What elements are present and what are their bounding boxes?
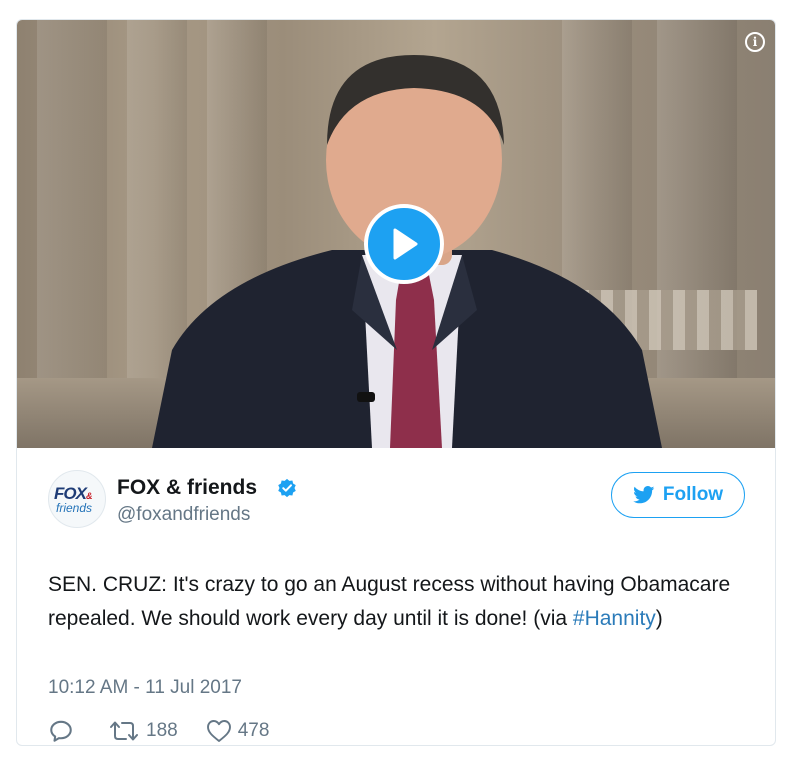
twitter-bird-icon: [633, 486, 655, 504]
reply-icon: [50, 720, 72, 742]
retweet-count: 188: [146, 720, 178, 741]
display-name[interactable]: FOX & friends: [117, 476, 257, 500]
play-button[interactable]: [364, 204, 444, 284]
user-handle[interactable]: @foxandfriends: [117, 504, 250, 526]
hashtag-link[interactable]: #Hannity: [573, 607, 656, 630]
like-count: 478: [237, 720, 270, 741]
avatar-logo-subtext: friends: [56, 501, 93, 515]
heart-icon: [206, 720, 231, 742]
avatar[interactable]: FOX& friends: [48, 470, 106, 528]
retweet-icon: [110, 721, 138, 741]
info-icon[interactable]: i: [745, 32, 765, 52]
embedded-tweet-card: i FOX& friends FOX & friends @foxandfrie…: [16, 19, 776, 746]
retweet-button[interactable]: 188: [108, 719, 178, 743]
tweet-actions: 188 478: [48, 716, 297, 745]
verified-badge-icon: [278, 478, 296, 498]
tweet-body: FOX& friends FOX & friends @foxandfriend…: [17, 448, 775, 745]
follow-button-label: Follow: [662, 484, 724, 505]
video-thumbnail[interactable]: i: [17, 20, 775, 448]
play-icon: [393, 228, 418, 260]
reply-button[interactable]: [48, 718, 80, 744]
tweet-timestamp[interactable]: 10:12 AM - 11 Jul 2017: [48, 677, 242, 699]
follow-button[interactable]: Follow: [611, 472, 745, 518]
tweet-text: SEN. CRUZ: It's crazy to go an August re…: [48, 568, 748, 636]
like-button[interactable]: 478: [206, 719, 270, 743]
tweet-text-end: ): [655, 607, 663, 630]
